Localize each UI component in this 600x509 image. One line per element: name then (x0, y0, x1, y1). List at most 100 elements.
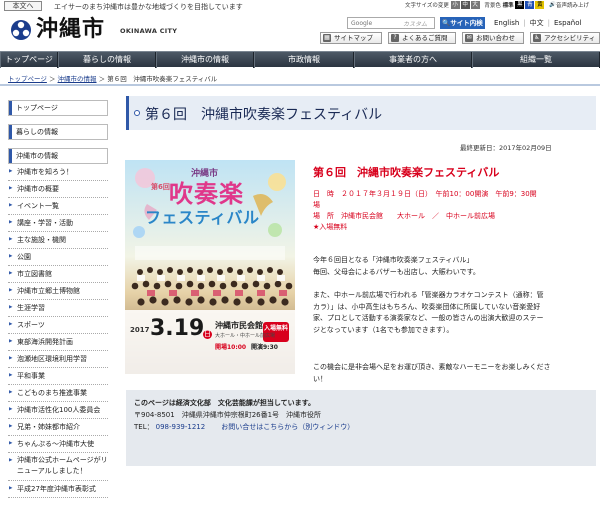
sidebar-item-lifelong-learning[interactable]: 生涯学習 (8, 300, 108, 317)
text-size-medium-button[interactable]: 中 (460, 1, 470, 9)
main-navigation: トップページ 暮らしの情報 沖縄市の情報 市政情報 事業者の方へ 組織一覧 (0, 51, 600, 68)
mail-icon: ✉ (465, 34, 473, 42)
paragraph-intro-line: 今年６回目となる「沖縄市吹奏楽フェスティバル」 (313, 256, 474, 264)
poster-hall: 大ホール・中ホール前広場 (215, 333, 276, 339)
text-size-large-button[interactable]: 大 (470, 1, 480, 9)
sidebar-head-living[interactable]: 暮らしの情報 (8, 124, 108, 140)
sidebar-item-museum[interactable]: 沖縄市立郷土博物館 (8, 283, 108, 300)
paragraph-contest-line: カラ）」は、小中高生はもちろん、吹奏楽団体に所属していない音楽愛好 (313, 302, 541, 311)
paragraph-closing: この機会に是非会場へ足をお運び頂き、素敵なハーモニーをお楽しみくださ い！ (313, 362, 593, 385)
nav-for-businesses[interactable]: 事業者の方へ (354, 52, 472, 68)
contact-tel-link[interactable]: 098-939-1212 (156, 423, 206, 431)
sidebar-item-renewal[interactable]: 沖縄市公式ホームページがリニューアルしました！ (8, 453, 108, 481)
breadcrumb-current: 第６回 沖縄市吹奏楽フェスティバル (107, 75, 218, 83)
nav-city-info[interactable]: 沖縄市の情報 (156, 52, 254, 68)
event-title: 第６回 沖縄市吹奏楽フェスティバル (313, 166, 500, 179)
contact-tel-label: TEL： (134, 423, 154, 431)
text-size-small-button[interactable]: 小 (450, 1, 460, 9)
sidebar: トップページ 暮らしの情報 沖縄市の情報 沖縄市を知ろう！ 沖縄市の概要 イベン… (8, 100, 108, 498)
sidebar-item-100-committee[interactable]: 沖縄市活性化100人委員会 (8, 402, 108, 419)
sidebar-item-children-town[interactable]: こどものまち推進事業 (8, 385, 108, 402)
language-chinese-link[interactable]: 中文 (530, 19, 544, 27)
sidebar-item-know-city[interactable]: 沖縄市を知ろう！ (8, 164, 108, 181)
bg-standard-button[interactable]: 標準 (503, 1, 514, 9)
faq-icon: ? (391, 34, 399, 42)
paragraph-closing-line: い！ (313, 374, 327, 383)
event-venue-line: 場 所 沖縄市民会館 大ホール ／ 中ホール前広場 (313, 212, 495, 220)
sidebar-item-events[interactable]: イベント一覧 (8, 198, 108, 215)
nav-top-page[interactable]: トップページ (0, 52, 58, 68)
paragraph-contest: また、中ホール前広場で行われる「管楽器カラオケコンテスト（通称：管 カラ）」は、… (313, 290, 593, 336)
sidebar-item-parks[interactable]: 公園 (8, 249, 108, 266)
contact-button[interactable]: ✉ お問い合わせ (462, 32, 524, 44)
faq-button-label: よくあるご質問 (402, 34, 448, 42)
sidebar-item-library[interactable]: 市立図書館 (8, 266, 108, 283)
poster-year: 2017 (130, 326, 150, 334)
event-date-line-cont: 場 (313, 201, 320, 209)
contact-button-label: お問い合わせ (476, 34, 515, 42)
sitemap-icon: ▦ (323, 34, 331, 42)
sidebar-item-ambassador[interactable]: ちゃんぷる〜沖縄市大使 (8, 436, 108, 453)
sidebar-item-awase-learning[interactable]: 泡瀬地区環境利用学習 (8, 351, 108, 368)
paragraph-contest-line: 家、プロとして活動する演奏家など、一般の皆さんの出演大歓迎のステー (313, 314, 544, 322)
faq-button[interactable]: ? よくあるご質問 (388, 32, 456, 44)
contact-inquiry-link[interactable]: お問い合せはこちらから（別ウィンドウ） (221, 423, 354, 431)
accessibility-button[interactable]: ♿ アクセシビリティ (530, 32, 600, 44)
voice-reader-link[interactable]: 音声読み上げ (556, 1, 589, 9)
bg-blue-button[interactable]: 青 (525, 1, 535, 9)
sitemap-button-label: サイトマップ (334, 34, 373, 42)
language-english-link[interactable]: English (494, 19, 519, 27)
sidebar-item-awards[interactable]: 平成27年度沖縄市表彰式 (8, 481, 108, 498)
poster-venue: 沖縄市民会館 (215, 321, 263, 330)
search-custom-label: カスタム (403, 21, 428, 28)
city-name-en: OKINAWA CITY (120, 27, 178, 35)
nav-living-info[interactable]: 暮らしの情報 (58, 52, 156, 68)
poster-open-time: 開場10:00 (215, 344, 247, 351)
top-bar: 本文へ エイサーのまち沖縄市は豊かな地域づくりを目指しています 文字サイズの変更… (0, 0, 600, 12)
sidebar-item-courses[interactable]: 講座・学習・活動 (8, 215, 108, 232)
poster-title-line2: フェスティバル (145, 208, 260, 227)
text-size-label: 文字サイズの変更 (405, 3, 449, 9)
site-logo[interactable]: 沖縄市 OKINAWA CITY (10, 17, 200, 47)
contact-box: このページは経済文化部 文化芸能課が担当しています。 〒904-8501 沖縄県… (126, 390, 596, 466)
skip-to-content-link[interactable]: 本文へ (4, 1, 42, 11)
breadcrumb: トップページ ＞ 沖縄市の情報 ＞ 第６回 沖縄市吹奏楽フェスティバル (8, 73, 217, 83)
last-updated: 最終更新日：2017年02月09日 (460, 144, 552, 152)
poster-start-time: 開演9:30 (251, 344, 278, 351)
breadcrumb-top[interactable]: トップページ (8, 75, 47, 83)
paragraph-contest-line: また、中ホール前広場で行われる「管楽器カラオケコンテスト（通称：管 (313, 291, 544, 299)
contact-phone-row: TEL： 098-939-1212 お問い合せはこちらから（別ウィンドウ） (134, 422, 354, 432)
sidebar-item-peace[interactable]: 平和事業 (8, 368, 108, 385)
nav-administration[interactable]: 市政情報 (254, 52, 354, 68)
poster-weekday: 日 (203, 330, 212, 339)
bg-color-label: 背景色 (484, 3, 501, 9)
sidebar-item-coastal-plan[interactable]: 東部海浜開発計画 (8, 334, 108, 351)
page-title: 第６回 沖縄市吹奏楽フェスティバル (145, 107, 383, 123)
poster-date: 3.19 (150, 316, 205, 341)
event-poster-image[interactable]: 沖縄市 第6回 吹奏楽 フェスティバル 2017 3.19 日 沖縄市民会館 大… (125, 160, 295, 374)
breadcrumb-separator: ＞ (48, 75, 56, 83)
paragraph-intro-line: 毎回、父母会によるバザーも出店し、大賑わいです。 (313, 267, 480, 276)
sidebar-head-top[interactable]: トップページ (8, 100, 108, 116)
sitemap-button[interactable]: ▦ サイトマップ (320, 32, 382, 44)
language-separator: | (547, 19, 550, 27)
sidebar-item-sister-cities[interactable]: 兄弟・姉妹都市紹介 (8, 419, 108, 436)
poster-free-badge: 入場無料 (264, 325, 289, 332)
breadcrumb-city-info[interactable]: 沖縄市の情報 (58, 75, 97, 83)
breadcrumb-separator: ＞ (98, 75, 106, 83)
paragraph-closing-line: この機会に是非会場へ足をお運び頂き、素敵なハーモニーをお楽しみくださ (313, 363, 551, 371)
contact-address: 〒904-8501 沖縄県沖縄市仲宗根町26番1号 沖縄市役所 (134, 411, 322, 419)
bg-black-button[interactable]: 黒 (515, 1, 525, 9)
language-spanish-link[interactable]: Español (554, 19, 581, 27)
sidebar-item-facilities[interactable]: 主な施設・機関 (8, 232, 108, 249)
paragraph-intro: 今年６回目となる「沖縄市吹奏楽フェスティバル」 毎回、父母会によるバザーも出店し… (313, 255, 593, 278)
search-bar: カスタム 🔍サイト内検索 English|中文|Español (347, 17, 597, 39)
site-search-button[interactable]: 🔍サイト内検索 (440, 17, 485, 39)
bg-yellow-button[interactable]: 黄 (535, 1, 545, 9)
accessibility-tools: 文字サイズの変更 小中大 背景色 標準 黒青黄 🔊音声読み上げ (405, 1, 600, 11)
sidebar-head-city-info[interactable]: 沖縄市の情報 (8, 148, 108, 164)
sidebar-item-overview[interactable]: 沖縄市の概要 (8, 181, 108, 198)
sidebar-item-sports[interactable]: スポーツ (8, 317, 108, 334)
language-separator: | (523, 19, 526, 27)
nav-organization-list[interactable]: 組織一覧 (472, 52, 600, 68)
